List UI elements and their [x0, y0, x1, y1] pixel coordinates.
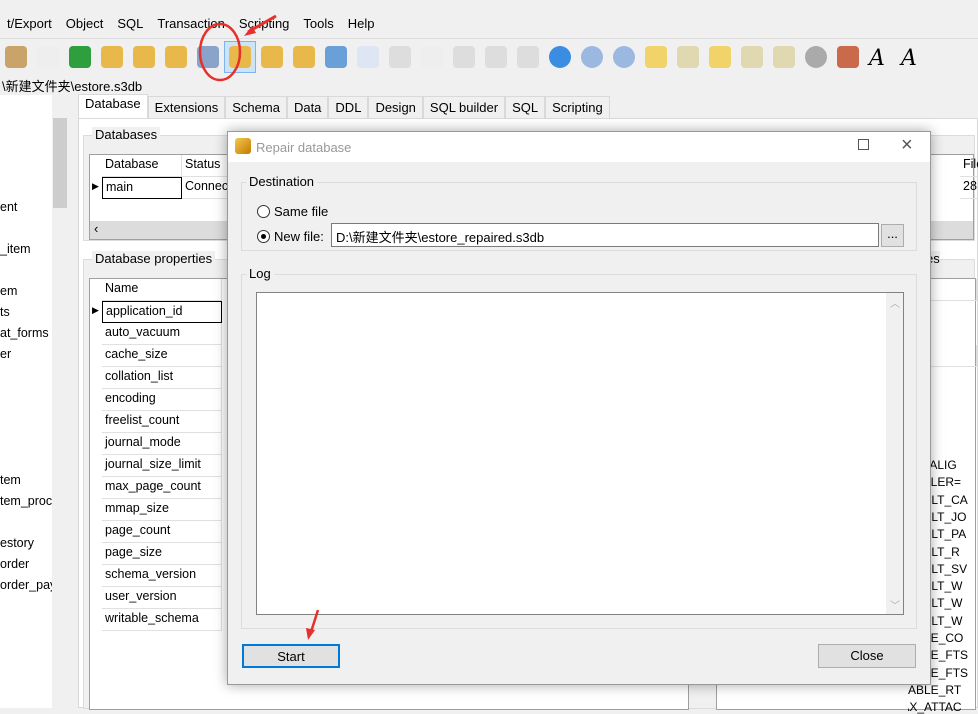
annotation-circle — [198, 22, 242, 82]
annotation-overlay — [198, 14, 320, 640]
annotation-arrow-start — [309, 609, 320, 633]
annotation-arrowhead-start — [306, 628, 315, 640]
